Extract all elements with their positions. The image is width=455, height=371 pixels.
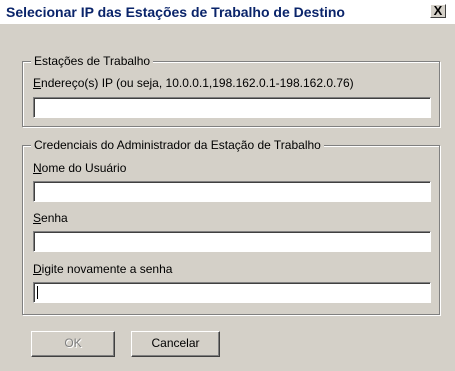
confirm-label-accel: D (33, 262, 42, 276)
title-bar[interactable]: Selecionar IP das Estações de Trabalho d… (0, 0, 455, 24)
password-label-rest: enha (41, 211, 68, 225)
ip-label: Endereço(s) IP (ou seja, 10.0.0.1,198.16… (33, 76, 354, 90)
close-icon: X (433, 3, 443, 18)
password-label-accel: S (33, 211, 42, 225)
cancel-button[interactable]: Cancelar (131, 331, 220, 357)
ip-label-accel: E (33, 76, 42, 90)
ok-button[interactable]: OK (31, 331, 115, 357)
workstations-legend: Estações de Trabalho (31, 54, 154, 68)
credentials-legend: Credenciais do Administrador da Estação … (31, 138, 324, 152)
text-caret (37, 286, 38, 299)
password-input[interactable] (34, 232, 430, 251)
confirm-label-rest: igite novamente a senha (41, 262, 173, 276)
confirm-password-field[interactable] (33, 282, 431, 303)
username-input[interactable] (34, 182, 430, 201)
confirm-password-label: Digite novamente a senha (33, 262, 172, 276)
ip-address-field[interactable] (33, 97, 431, 118)
username-label: Nome do Usuário (33, 161, 126, 175)
username-field[interactable] (33, 181, 431, 202)
password-field[interactable] (33, 231, 431, 252)
ip-address-input[interactable] (34, 98, 430, 117)
window-title: Selecionar IP das Estações de Trabalho d… (6, 4, 345, 20)
password-label: Senha (33, 211, 68, 225)
confirm-password-input[interactable] (34, 283, 430, 302)
username-label-accel: N (33, 161, 42, 175)
username-label-rest: ome do Usuário (41, 161, 127, 175)
ip-label-rest: ndereço(s) IP (ou seja, 10.0.0.1,198.162… (41, 76, 354, 90)
close-button[interactable]: X (430, 4, 446, 18)
